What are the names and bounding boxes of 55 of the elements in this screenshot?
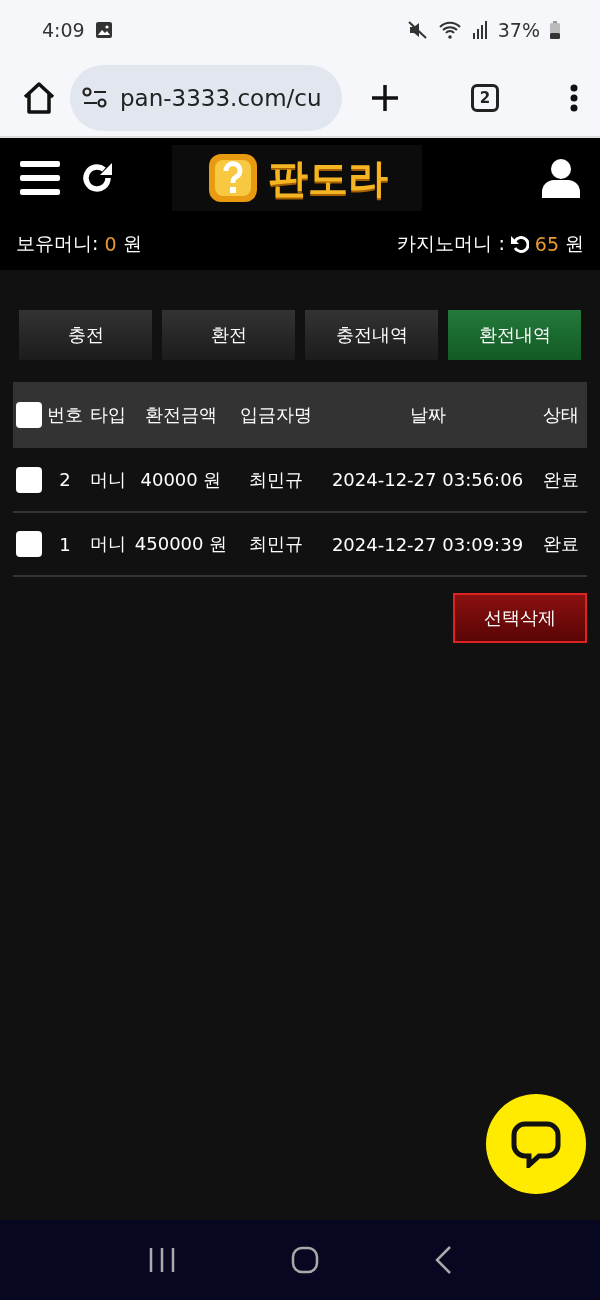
column-header: 타입 [85, 382, 130, 448]
balance-label: 카지노머니 : [397, 231, 505, 256]
table-cell: 최민규 [232, 512, 320, 576]
signal-icon [471, 21, 488, 39]
home-icon[interactable] [291, 1246, 319, 1274]
balance-amount: 0 [104, 233, 117, 255]
table-cell: 2024-12-27 03:09:39 [320, 512, 535, 576]
question-badge-icon [206, 151, 260, 205]
tab[interactable]: 환전 [162, 310, 295, 360]
checkbox[interactable] [16, 531, 42, 557]
table-cell: 최민규 [232, 448, 320, 512]
currency-unit: 원 [565, 231, 584, 256]
home-icon[interactable] [22, 82, 56, 114]
balance-label: 보유머니: [16, 231, 99, 256]
table-cell: 2 [45, 448, 85, 512]
more-icon[interactable] [570, 84, 578, 112]
logo[interactable]: 판도라 [172, 145, 422, 211]
tune-icon[interactable] [82, 87, 108, 109]
table-cell: 머니 [85, 448, 130, 512]
back-icon[interactable] [434, 1245, 453, 1275]
tab-count[interactable]: 2 [471, 84, 499, 112]
user-icon[interactable] [542, 158, 580, 198]
mute-icon [407, 20, 428, 40]
table-cell: 완료 [535, 448, 587, 512]
balance-amount: 65 [534, 233, 559, 255]
table-cell: 450000 원 [130, 512, 232, 576]
column-header: 번호 [45, 382, 85, 448]
column-header: 상태 [535, 382, 587, 448]
chat-icon [511, 1120, 561, 1168]
table-cell: 40000 원 [130, 448, 232, 512]
plus-icon[interactable] [370, 83, 400, 113]
column-header: 입금자명 [232, 382, 320, 448]
recent-apps-icon[interactable] [147, 1247, 176, 1273]
table-cell: 머니 [85, 512, 130, 576]
address-bar[interactable]: pan-3333.com/cu [70, 65, 342, 131]
clock: 4:09 [42, 19, 85, 41]
battery-percent: 37% [497, 19, 540, 41]
column-header: 환전금액 [130, 382, 232, 448]
wifi-icon [437, 20, 462, 40]
checkbox[interactable] [16, 466, 42, 493]
battery-icon [550, 21, 560, 39]
delete-selected-button[interactable]: 선택삭제 [453, 593, 587, 643]
table-cell: 2024-12-27 03:56:06 [320, 448, 535, 512]
image-icon [94, 21, 113, 39]
refresh-icon[interactable] [80, 161, 114, 195]
table-cell: 1 [45, 512, 85, 576]
table-cell: 완료 [535, 512, 587, 576]
column-header: 날짜 [320, 382, 535, 448]
tab[interactable]: 충전 [19, 310, 152, 360]
checkbox[interactable] [16, 402, 42, 428]
currency-unit: 원 [122, 231, 142, 256]
tab[interactable]: 환전내역 [448, 310, 581, 360]
refresh-icon[interactable] [510, 235, 529, 253]
tab[interactable]: 충전내역 [305, 310, 438, 360]
menu-icon[interactable] [20, 161, 60, 195]
